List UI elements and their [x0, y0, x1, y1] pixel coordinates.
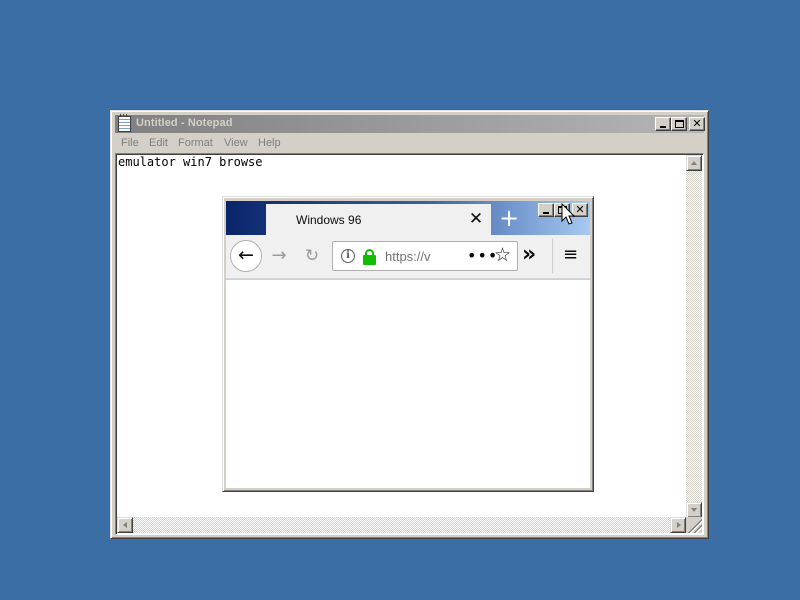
notepad-menubar: File Edit Format View Help	[115, 134, 704, 152]
menu-format[interactable]: Format	[178, 137, 213, 149]
arrow-right-icon	[677, 522, 681, 528]
browser-tab[interactable]: Windows 96 ✕	[266, 204, 491, 235]
arrow-left-icon	[123, 522, 127, 528]
menu-view[interactable]: View	[224, 137, 248, 149]
bookmark-star-icon[interactable]: ☆	[494, 244, 511, 266]
back-button[interactable]: ←	[230, 240, 262, 272]
size-grip[interactable]	[686, 517, 702, 533]
notepad-icon	[118, 114, 131, 132]
browser-window: Windows 96 ✕ + ✕ ← → ↻ i https://v ••• ☆…	[222, 196, 594, 492]
tab-close-icon[interactable]: ✕	[466, 209, 486, 229]
scroll-right-button[interactable]	[670, 517, 686, 533]
scroll-left-button[interactable]	[117, 517, 133, 533]
browser-toolbar: ← → ↻ i https://v ••• ☆ » ≡	[226, 235, 590, 279]
scroll-up-button[interactable]	[686, 155, 702, 171]
tab-title: Windows 96	[296, 213, 362, 227]
notepad-maximize-button[interactable]	[671, 117, 687, 131]
forward-button[interactable]: →	[268, 245, 290, 267]
notepad-close-button[interactable]: ✕	[689, 117, 705, 131]
lock-body	[363, 255, 376, 265]
arrow-down-icon	[691, 508, 697, 512]
browser-content[interactable]	[226, 280, 590, 488]
menu-edit[interactable]: Edit	[149, 137, 168, 149]
lock-icon	[363, 249, 377, 265]
scroll-down-button[interactable]	[686, 502, 702, 518]
info-icon[interactable]: i	[341, 249, 355, 263]
notepad-titlebar[interactable]: Untitled - Notepad ✕	[115, 114, 705, 133]
browser-minimize-button[interactable]	[538, 203, 554, 217]
browser-titlebar[interactable]: Windows 96 ✕ + ✕	[226, 201, 590, 235]
toolbar-divider	[552, 239, 553, 273]
maximize-icon	[675, 120, 684, 128]
vertical-scrollbar[interactable]	[686, 155, 702, 518]
notepad-text: emulator win7 browse	[118, 155, 263, 169]
minimize-icon	[543, 212, 549, 214]
hamburger-menu-icon[interactable]: ≡	[563, 244, 578, 265]
close-icon: ✕	[692, 117, 702, 130]
minimize-icon	[660, 126, 666, 128]
arrow-up-icon	[691, 161, 697, 165]
new-tab-button[interactable]: +	[494, 203, 524, 233]
overflow-chevron-icon[interactable]: »	[522, 243, 536, 267]
horizontal-scrollbar[interactable]	[117, 517, 686, 533]
url-text[interactable]: https://v	[385, 249, 433, 264]
address-bar[interactable]: i https://v ••• ☆	[332, 241, 518, 271]
notepad-minimize-button[interactable]	[655, 117, 671, 131]
mouse-cursor-icon	[561, 203, 576, 225]
reload-button[interactable]: ↻	[301, 245, 323, 267]
menu-file[interactable]: File	[121, 137, 139, 149]
menu-help[interactable]: Help	[258, 137, 281, 149]
notepad-title: Untitled - Notepad	[136, 117, 233, 129]
